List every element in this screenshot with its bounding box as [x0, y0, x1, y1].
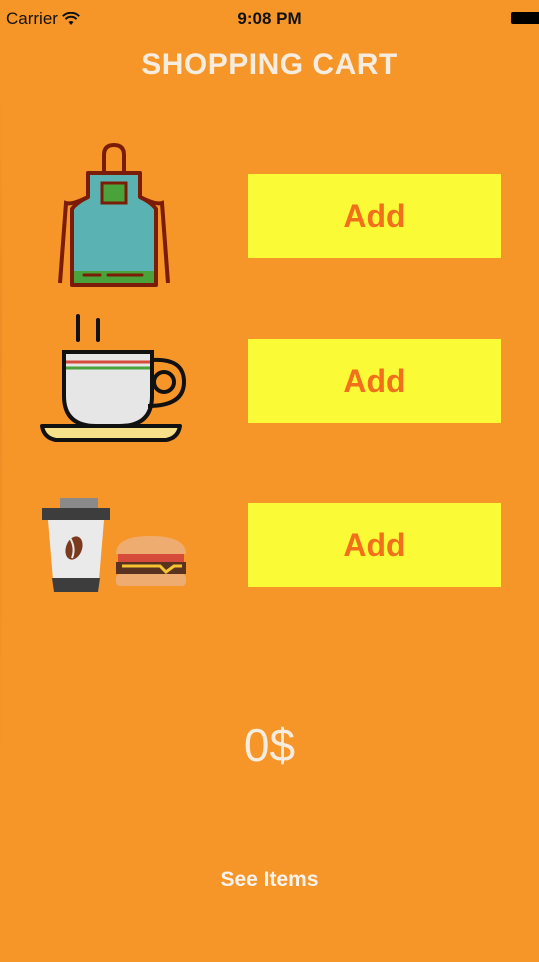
add-apron-button[interactable]: Add [248, 174, 501, 258]
apron-icon [58, 143, 170, 287]
coffee-and-burger-icon [42, 498, 186, 592]
battery-icon [511, 12, 539, 24]
add-combo-button[interactable]: Add [248, 503, 501, 587]
status-bar: Carrier 9:08 PM [0, 0, 539, 36]
status-time: 9:08 PM [237, 9, 302, 28]
coffee-cup-icon [40, 314, 186, 442]
page-title: SHOPPING CART [141, 48, 398, 81]
see-items-button[interactable]: See Items [0, 868, 539, 892]
shopping-cart-screen: Carrier 9:08 PM SHOPPING CART Add Add Ad… [0, 0, 539, 962]
window-edge [0, 80, 2, 780]
cart-total: 0$ [243, 719, 296, 771]
add-coffee-button[interactable]: Add [248, 339, 501, 423]
